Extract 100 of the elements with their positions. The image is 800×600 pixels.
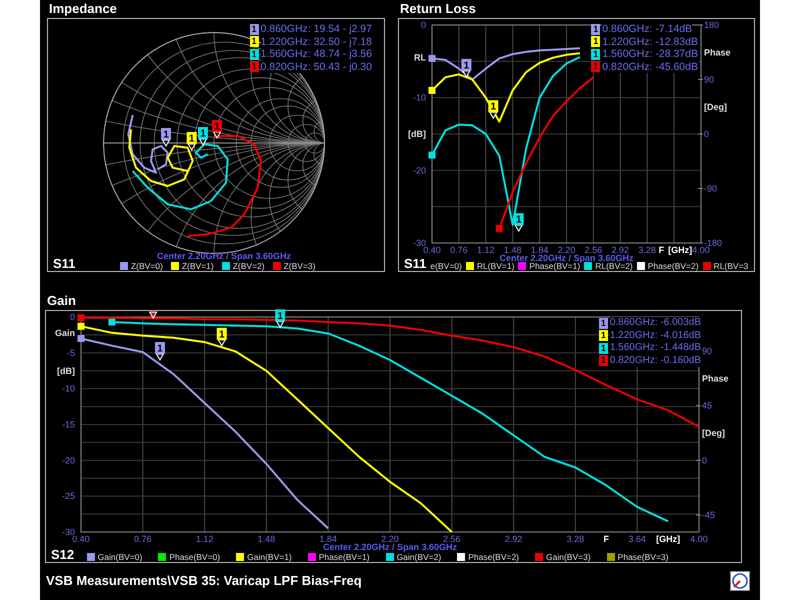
axis-symbol: Phase (702, 373, 729, 384)
axis-tick-label: 3.28 (638, 245, 656, 255)
axis-tick-label: -25 (62, 491, 75, 502)
axis-title: [dB] (57, 366, 75, 376)
marker-badge: 1 (591, 24, 600, 35)
axis-tick-label: 1.48 (504, 245, 522, 255)
legend-label: Phase(BV=0) (169, 552, 220, 562)
point (428, 54, 436, 62)
axis-tick-label: 1.84 (319, 534, 337, 544)
axis-symbol: F (604, 534, 610, 544)
marker-readout: 0.860GHz: -7.14dB (602, 23, 692, 36)
axis-tick-label: -10 (62, 384, 75, 394)
axis-tick-label: 90 (704, 74, 714, 84)
axis-tick-label: 1.84 (530, 245, 548, 255)
point (428, 86, 436, 94)
point (78, 322, 84, 330)
span-caption: Center 2.20GHz / Span 3.60GHz (499, 253, 634, 263)
axis-tick-label: 2.20 (558, 245, 576, 255)
axis-tick-label: -90 (704, 184, 718, 194)
axis-tick-label: 90 (702, 346, 712, 356)
axis-title: [Deg] (704, 102, 727, 112)
point (78, 314, 84, 322)
axis-tick-label: -5 (66, 348, 75, 358)
marker-badge: 1 (591, 61, 600, 72)
axis-tick-label: 0.40 (423, 245, 441, 255)
legend-label: Phase(BV=2) (468, 552, 520, 562)
axis-tick-label: 2.92 (504, 534, 522, 544)
marker-flag: 1 (154, 342, 165, 362)
legend-label: Z(BV=1) (182, 261, 214, 271)
axis-symbol: Gain (54, 328, 75, 338)
span-caption: Center 2.20GHz / Span 3.60GHz (156, 251, 292, 261)
legend-label: e(BV=0) (430, 261, 462, 271)
legend-label: Gain(BV=2) (396, 552, 442, 562)
marker-badge: 1 (598, 330, 608, 342)
legend-label: Gain(BV=3) (546, 552, 591, 562)
axis-title: [Deg] (702, 428, 725, 438)
axis-tick-label: 2.92 (612, 245, 630, 255)
span-caption: Center 2.20GHz / Span 3.60GHz (322, 542, 458, 552)
axis-tick-label: -30 (62, 527, 75, 537)
axis-tick-label: -20 (412, 165, 426, 176)
axis-tick-label: 2.20 (381, 534, 399, 544)
panel-title: Gain (46, 292, 77, 310)
legend-label: Phase(BV=2) (648, 261, 699, 271)
legend-label: Gain(BV=0) (98, 552, 142, 562)
marker-flag: 1 (461, 58, 472, 78)
marker-badge: 1 (598, 342, 608, 354)
axis-title: [GHz] (668, 245, 692, 255)
axis-tick-label: 0 (702, 455, 708, 466)
marker-badge: 1 (250, 36, 258, 48)
panel-title: Return Loss (399, 0, 477, 18)
axis-tick-label: 3.28 (566, 534, 584, 544)
point (428, 152, 436, 159)
legend-label: RL(BV=3 (714, 261, 748, 271)
legend-label: Z(BV=3) (284, 261, 316, 271)
legend-label: Z(BV=0) (130, 261, 163, 271)
point (496, 224, 503, 232)
marker-badge: 1 (598, 318, 608, 329)
axis-tick-label: 0.76 (134, 534, 152, 544)
axis-title: [dB] (408, 129, 426, 139)
marker-readout: 0.820GHz: -0.160dB (610, 354, 701, 367)
marker-readout: 0.820GHz: 50.43 - j0.30 (260, 60, 372, 73)
marker-readout: 1.220GHz: -12.83dB (602, 36, 698, 48)
axis-tick-label: 45 (702, 400, 712, 411)
marker-flag: 1 (186, 132, 197, 151)
marker-badge: 1 (250, 61, 258, 72)
axis-tick-label: -45 (702, 510, 716, 520)
axis-tick-label: -20 (62, 455, 75, 466)
marker-readout: 0.860GHz: -6.003dB (610, 317, 701, 330)
axis-tick-label: 0.40 (72, 534, 90, 544)
axis-tick-label: 3.64 (628, 534, 646, 544)
axis-tick-label: 180 (704, 20, 720, 30)
marker-readout: 1.220GHz: -4.016dB (610, 330, 701, 342)
marker-flag: 1 (514, 213, 524, 232)
axis-tick-label: 0 (704, 129, 710, 139)
marker-readout: 1.560GHz: -1.448dB (610, 342, 701, 354)
axis-title: [GHz] (656, 534, 680, 544)
axis-tick-label: 1.48 (258, 534, 276, 544)
axis-tick-label: 2.56 (443, 534, 461, 544)
point (78, 335, 84, 342)
marker-badge: 1 (250, 48, 258, 60)
parameter-label: S11 (52, 257, 76, 271)
axis-tick-label: -180 (704, 238, 722, 248)
axis-tick-label: 1.12 (196, 534, 214, 544)
axis-tick-label: 2.56 (584, 245, 602, 255)
point (108, 318, 116, 326)
legend-label: RL(BV=2) (595, 261, 633, 271)
axis-tick-label: 0.76 (450, 245, 468, 255)
marker-readout: 1.560GHz: -28.37dB (602, 48, 698, 60)
legend-label: RL(BV=1) (476, 261, 514, 271)
legend-label: Gain(BV=1) (247, 552, 292, 562)
marker-badge: 1 (598, 355, 608, 366)
legend-label: Phase(BV=3) (618, 552, 668, 562)
axis-tick-label: 0 (420, 20, 426, 30)
axis-tick-label: 4.00 (692, 245, 710, 255)
marker-flag: 1 (275, 309, 286, 328)
marker-readout: 1.220GHz: 32.50 - j7.18 (260, 36, 372, 48)
axis-symbol: F (658, 245, 664, 255)
marker-readout: 0.860GHz: 19.54 - j2.97 (260, 23, 372, 36)
gauge-icon[interactable] (730, 571, 750, 591)
marker-flag: 1 (198, 127, 208, 146)
